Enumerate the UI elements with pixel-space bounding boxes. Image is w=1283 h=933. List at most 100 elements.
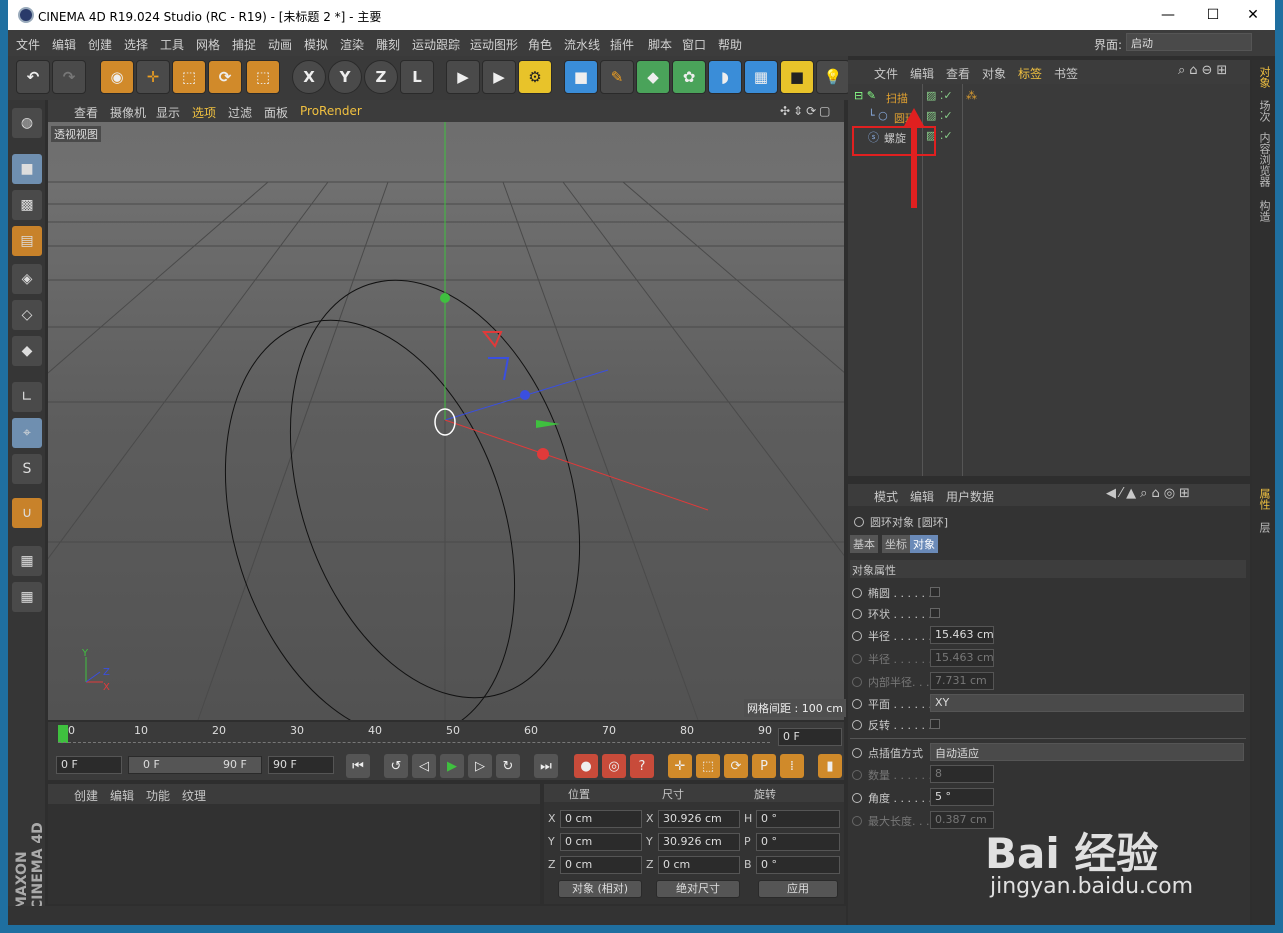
om-menu-bookmarks[interactable]: 书签 [1054, 65, 1078, 82]
tab-layers[interactable]: 层 [1256, 522, 1272, 533]
prev-key-icon[interactable]: ↺ [384, 754, 408, 778]
menu-tools[interactable]: 工具 [160, 36, 184, 53]
material-manager-area[interactable] [48, 804, 540, 904]
menu-simulate[interactable]: 模拟 [304, 36, 328, 53]
minimize-button[interactable]: — [1153, 4, 1183, 26]
light-icon[interactable]: 💡 [816, 60, 850, 94]
menu-animate[interactable]: 动画 [268, 36, 292, 53]
pen-spline-icon[interactable]: ✎ [600, 60, 634, 94]
maximize-button[interactable]: ☐ [1198, 4, 1228, 26]
om-menu-objects[interactable]: 对象 [982, 65, 1006, 82]
menu-pipeline[interactable]: 流水线 [564, 36, 600, 53]
play-icon[interactable]: ▶ [440, 754, 464, 778]
close-button[interactable]: ✕ [1238, 4, 1268, 26]
render-picture-viewer-icon[interactable]: ▶ [482, 60, 516, 94]
vp-menu-filter[interactable]: 过滤 [228, 104, 252, 121]
texture-mode-icon[interactable]: ▩ [12, 190, 42, 220]
goto-start-icon[interactable]: ⏮ [346, 754, 370, 778]
recent-tool-icon[interactable]: ⬚ [246, 60, 280, 94]
size-mode-dropdown[interactable]: 绝对尺寸 [656, 880, 740, 898]
y-axis-lock-icon[interactable]: Y [328, 60, 362, 94]
playhead[interactable] [58, 725, 68, 743]
size-x-field[interactable]: 30.926 cm [658, 810, 740, 828]
position-y-field[interactable]: 0 cm [560, 833, 642, 851]
size-z-field[interactable]: 0 cm [658, 856, 740, 874]
rotate-icon[interactable]: ⟳ [208, 60, 242, 94]
goto-end-icon[interactable]: ⏭ [534, 754, 558, 778]
om-menu-edit[interactable]: 编辑 [910, 65, 934, 82]
rotation-h-field[interactable]: 0 ° [756, 810, 840, 828]
attr-nav-icons[interactable]: ◀⁄▲⌕⌂◎⊞ [1106, 486, 1194, 501]
snap-icon[interactable]: S [12, 454, 42, 484]
undo-icon[interactable]: ↶ [16, 60, 50, 94]
menu-file[interactable]: 文件 [16, 36, 40, 53]
tab-basic[interactable]: 基本 [850, 535, 878, 553]
ring-checkbox[interactable] [930, 608, 940, 618]
workplane-lock-icon[interactable]: ▦ [12, 546, 42, 576]
vp-menu-prorender[interactable]: ProRender [300, 104, 362, 118]
mat-menu-create[interactable]: 创建 [74, 787, 98, 804]
prev-frame-icon[interactable]: ◁ [412, 754, 436, 778]
axis-mode-icon[interactable]: ∟ [12, 382, 42, 412]
radius-field[interactable]: 15.463 cm [930, 626, 994, 644]
frame-range-slider[interactable]: 0 F 90 F [128, 756, 262, 774]
attr-menu-userdata[interactable]: 用户数据 [946, 488, 994, 505]
subdivision-icon[interactable]: ◆ [636, 60, 670, 94]
ellipse-checkbox[interactable] [930, 587, 940, 597]
vp-menu-view[interactable]: 查看 [74, 104, 98, 121]
menu-snap[interactable]: 捕捉 [232, 36, 256, 53]
cloner-icon[interactable]: ✿ [672, 60, 706, 94]
menu-mesh[interactable]: 网格 [196, 36, 220, 53]
keyframe-selection-icon[interactable]: ? [630, 754, 654, 778]
angle-field[interactable]: 5 ° [930, 788, 994, 806]
tag-icon[interactable]: ⁂ [966, 89, 977, 102]
menu-window[interactable]: 窗口 [682, 36, 706, 53]
deformer-icon[interactable]: ◗ [708, 60, 742, 94]
visibility-check-icon[interactable]: ▨ ⁚✓ [926, 89, 953, 102]
position-x-field[interactable]: 0 cm [560, 810, 642, 828]
render-settings-icon[interactable]: ⚙ [518, 60, 552, 94]
menu-select[interactable]: 选择 [124, 36, 148, 53]
end-frame-field[interactable]: 90 F [268, 756, 334, 774]
key-scale-icon[interactable]: ⬚ [696, 754, 720, 778]
menu-render[interactable]: 渲染 [340, 36, 364, 53]
apply-button[interactable]: 应用 [758, 880, 838, 898]
points-mode-icon[interactable]: ◈ [12, 264, 42, 294]
menu-edit[interactable]: 编辑 [52, 36, 76, 53]
live-select-icon[interactable]: ◉ [100, 60, 134, 94]
viewport-nav-icons[interactable]: ✣⇕⟳▢ [780, 104, 834, 118]
move-icon[interactable]: ✛ [136, 60, 170, 94]
make-editable-icon[interactable]: ◍ [12, 108, 42, 138]
plane-dropdown[interactable]: XY [930, 694, 1244, 712]
next-key-icon[interactable]: ↻ [496, 754, 520, 778]
menu-script[interactable]: 脚本 [648, 36, 672, 53]
menu-character[interactable]: 角色 [528, 36, 552, 53]
object-row-sweep[interactable]: ⊟ ✎ 扫描 ▨ ⁚✓ ⁂ [848, 86, 1248, 106]
mat-menu-edit[interactable]: 编辑 [110, 787, 134, 804]
start-frame-field[interactable]: 0 F [56, 756, 122, 774]
tweak-mode-icon[interactable]: ⌖ [12, 418, 42, 448]
vp-menu-options[interactable]: 选项 [192, 104, 216, 121]
key-position-icon[interactable]: ✛ [668, 754, 692, 778]
vp-menu-camera[interactable]: 摄像机 [110, 104, 146, 121]
visibility-check-icon[interactable]: ▨ ⁚✓ [926, 109, 953, 122]
size-y-field[interactable]: 30.926 cm [658, 833, 740, 851]
scale-icon[interactable]: ⬚ [172, 60, 206, 94]
menu-motion-tracking[interactable]: 运动跟踪 [412, 36, 460, 53]
current-frame-field[interactable]: 0 F [778, 728, 842, 746]
tab-attributes[interactable]: 属性 [1256, 488, 1272, 510]
tab-structure[interactable]: 构造 [1256, 200, 1272, 222]
magnet-icon[interactable]: ∪ [12, 498, 42, 528]
om-search-home-icons[interactable]: ⌕⌂⊖⊞ [1178, 63, 1231, 78]
layout-dropdown[interactable]: 启动 [1126, 33, 1252, 51]
tab-coordinates[interactable]: 坐标 [882, 535, 910, 553]
polygons-mode-icon[interactable]: ◆ [12, 336, 42, 366]
attr-menu-mode[interactable]: 模式 [874, 488, 898, 505]
mat-menu-function[interactable]: 功能 [146, 787, 170, 804]
key-parameter-icon[interactable]: P [752, 754, 776, 778]
model-mode-icon[interactable]: ■ [12, 154, 42, 184]
timeline-ruler[interactable]: 0 10 20 30 40 50 60 70 80 90 [48, 722, 844, 752]
z-axis-lock-icon[interactable]: Z [364, 60, 398, 94]
x-axis-lock-icon[interactable]: X [292, 60, 326, 94]
cube-icon[interactable]: ■ [564, 60, 598, 94]
